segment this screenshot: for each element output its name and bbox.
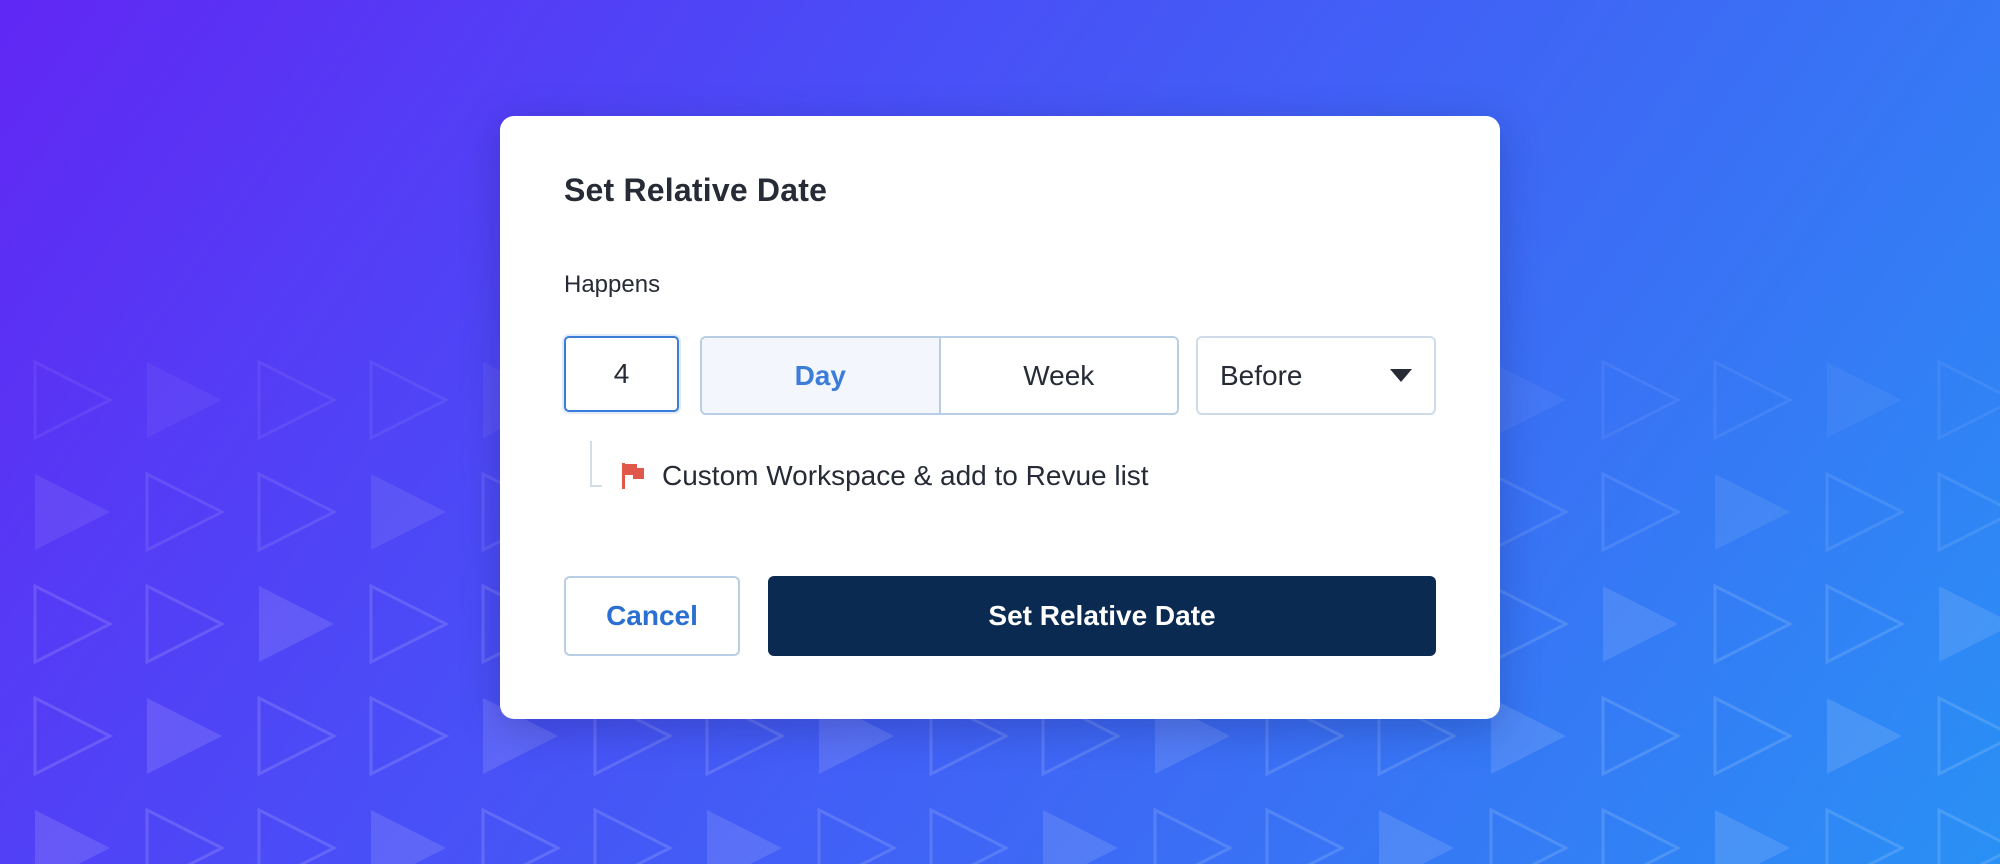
- play-triangle-decoration: [1715, 810, 1790, 864]
- play-triangle-decoration: [371, 810, 446, 864]
- play-triangle-decoration: [1601, 695, 1682, 777]
- play-triangle-decoration: [1713, 695, 1794, 777]
- caret-down-icon: [1390, 369, 1412, 382]
- unit-segmented-control: Day Week: [700, 336, 1179, 415]
- play-triangle-decoration: [481, 807, 562, 864]
- play-triangle-decoration: [1603, 586, 1678, 662]
- unit-option-week[interactable]: Week: [938, 338, 1177, 413]
- task-label: Custom Workspace & add to Revue list: [662, 460, 1149, 491]
- play-triangle-decoration: [33, 359, 114, 441]
- play-triangle-decoration: [35, 810, 110, 864]
- play-triangle-decoration: [1379, 810, 1454, 864]
- play-triangle-decoration: [147, 698, 222, 774]
- play-triangle-decoration: [1489, 471, 1570, 553]
- play-triangle-decoration: [1153, 807, 1234, 864]
- play-triangle-decoration: [1043, 810, 1118, 864]
- tree-connector: [590, 441, 602, 487]
- play-triangle-decoration: [371, 474, 446, 550]
- task-item: Custom Workspace & add to Revue list: [620, 460, 1149, 492]
- play-triangle-decoration: [1491, 698, 1566, 774]
- direction-select[interactable]: Before: [1196, 336, 1436, 415]
- play-triangle-decoration: [147, 362, 222, 438]
- play-triangle-decoration: [369, 359, 450, 441]
- play-triangle-decoration: [1489, 583, 1570, 665]
- play-triangle-decoration: [1827, 362, 1902, 438]
- play-triangle-decoration: [1601, 807, 1682, 864]
- flag-icon: [622, 463, 644, 489]
- play-triangle-decoration: [1601, 471, 1682, 553]
- play-triangle-decoration: [1939, 586, 2000, 662]
- play-triangle-decoration: [1825, 471, 1906, 553]
- play-triangle-decoration: [257, 807, 338, 864]
- play-triangle-decoration: [1827, 698, 1902, 774]
- play-triangle-decoration: [1715, 474, 1790, 550]
- play-triangle-decoration: [1489, 807, 1570, 864]
- play-triangle-decoration: [1713, 359, 1794, 441]
- cancel-button[interactable]: Cancel: [564, 576, 740, 656]
- play-triangle-decoration: [145, 807, 226, 864]
- play-triangle-decoration: [1713, 583, 1794, 665]
- play-triangle-decoration: [259, 586, 334, 662]
- play-triangle-decoration: [145, 583, 226, 665]
- direction-select-value: Before: [1220, 359, 1303, 391]
- amount-input[interactable]: [564, 336, 679, 412]
- play-triangle-decoration: [33, 695, 114, 777]
- play-triangle-decoration: [369, 583, 450, 665]
- play-triangle-decoration: [257, 695, 338, 777]
- dialog-title: Set Relative Date: [564, 172, 828, 208]
- play-triangle-decoration: [33, 583, 114, 665]
- play-triangle-decoration: [1937, 807, 2000, 864]
- play-triangle-decoration: [35, 474, 110, 550]
- set-relative-date-button[interactable]: Set Relative Date: [768, 576, 1436, 656]
- play-triangle-decoration: [1937, 359, 2000, 441]
- play-triangle-decoration: [257, 471, 338, 553]
- play-triangle-decoration: [929, 807, 1010, 864]
- play-triangle-decoration: [1825, 807, 1906, 864]
- play-triangle-decoration: [1265, 807, 1346, 864]
- play-triangle-decoration: [145, 471, 226, 553]
- play-triangle-decoration: [369, 695, 450, 777]
- play-triangle-decoration: [817, 807, 898, 864]
- play-triangle-decoration: [1937, 471, 2000, 553]
- play-triangle-decoration: [1825, 583, 1906, 665]
- play-triangle-decoration: [1937, 695, 2000, 777]
- play-triangle-decoration: [1601, 359, 1682, 441]
- play-triangle-decoration: [1491, 362, 1566, 438]
- set-relative-date-dialog: Set Relative Date Happens Day Week Befor…: [500, 116, 1500, 719]
- play-triangle-decoration: [257, 359, 338, 441]
- play-triangle-decoration: [707, 810, 782, 864]
- unit-option-day[interactable]: Day: [702, 338, 939, 413]
- happens-label: Happens: [564, 271, 661, 298]
- play-triangle-decoration: [593, 807, 674, 864]
